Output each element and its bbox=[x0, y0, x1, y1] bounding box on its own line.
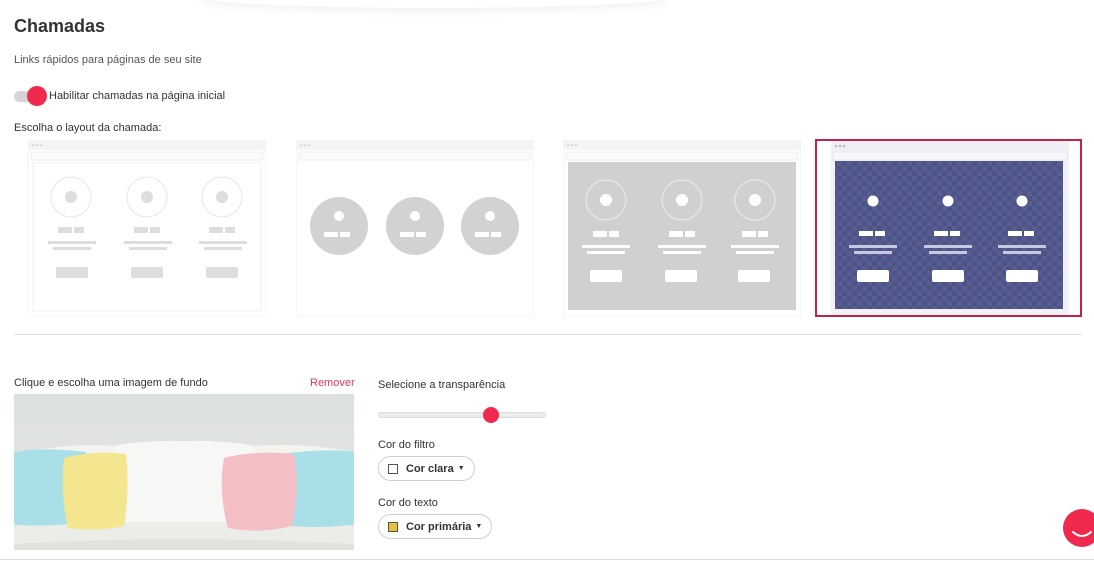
layout-option-1[interactable] bbox=[28, 140, 266, 316]
layout-label: Escolha o layout da chamada: bbox=[14, 122, 162, 134]
filter-color-dropdown[interactable]: Cor clara ▼ bbox=[378, 456, 475, 481]
layout-option-2[interactable] bbox=[296, 140, 534, 316]
chat-button[interactable] bbox=[1063, 509, 1094, 547]
layout-outline-circles-preview bbox=[28, 140, 266, 316]
enable-calls-toggle[interactable] bbox=[14, 86, 48, 106]
remove-image-link[interactable]: Remover bbox=[310, 377, 355, 389]
toggle-knob bbox=[27, 86, 47, 106]
text-color-dropdown[interactable]: Cor primária ▼ bbox=[378, 514, 493, 539]
filter-color-swatch bbox=[388, 463, 398, 474]
layout-gray-background-preview bbox=[563, 140, 801, 316]
caret-down-icon: ▼ bbox=[457, 465, 465, 472]
top-shadow bbox=[200, 0, 670, 8]
transparency-label: Selecione a transparência bbox=[378, 379, 506, 391]
layout-filled-circles-preview bbox=[296, 140, 534, 316]
layout-image-background-preview bbox=[817, 141, 1080, 315]
slider-track bbox=[378, 412, 546, 418]
layout-option-4[interactable] bbox=[815, 139, 1082, 317]
slider-knob[interactable] bbox=[483, 407, 499, 423]
page-subtitle: Links rápidos para páginas de seu site bbox=[14, 54, 202, 66]
background-image-picker[interactable] bbox=[14, 394, 354, 550]
background-image-label: Clique e escolha uma imagem de fundo bbox=[14, 377, 208, 389]
bottom-border bbox=[0, 559, 1094, 560]
filter-color-value: Cor clara bbox=[406, 462, 454, 475]
transparency-slider[interactable] bbox=[378, 405, 548, 425]
enable-calls-row: Habilitar chamadas na página inicial bbox=[14, 86, 225, 106]
text-color-label: Cor do texto bbox=[378, 497, 438, 509]
enable-calls-label: Habilitar chamadas na página inicial bbox=[49, 90, 226, 102]
filter-color-label: Cor do filtro bbox=[378, 439, 435, 451]
section-divider bbox=[14, 334, 1082, 335]
chat-icon bbox=[1072, 531, 1092, 537]
text-color-value: Cor primária bbox=[406, 520, 472, 533]
layout-option-3[interactable] bbox=[563, 140, 801, 316]
caret-down-icon: ▼ bbox=[475, 523, 483, 530]
text-color-swatch bbox=[388, 521, 398, 532]
page-title: Chamadas bbox=[14, 16, 106, 36]
sofa-image bbox=[14, 394, 354, 550]
